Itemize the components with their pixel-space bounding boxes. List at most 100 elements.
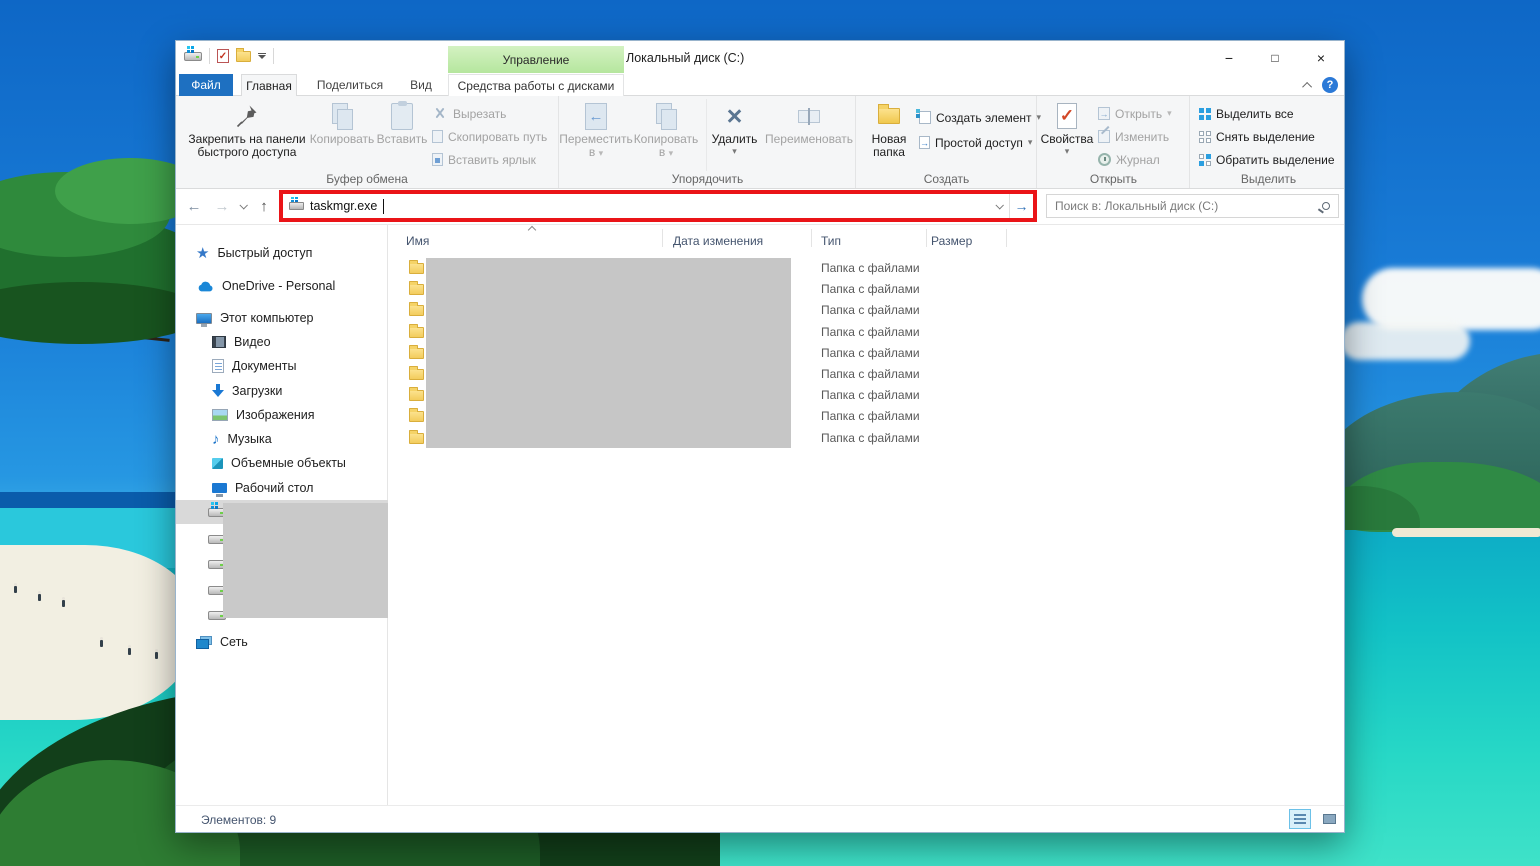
go-button[interactable]: → xyxy=(1009,194,1033,218)
easy-access-button[interactable]: → Простой доступ ▾ xyxy=(919,132,1032,153)
thumbnails-view-button[interactable] xyxy=(1318,809,1340,829)
back-button[interactable]: ← xyxy=(184,189,204,223)
sidebar-item-music[interactable]: ♪ Музыка xyxy=(212,427,272,451)
move-to-button[interactable]: ← Переместить в ▾ xyxy=(562,99,630,171)
title-bar: ✓ Управление Локальный диск (C:) − □ × xyxy=(176,41,1344,74)
beach-person xyxy=(128,648,131,655)
rename-button[interactable]: Переименовать xyxy=(764,99,854,171)
details-view-button[interactable] xyxy=(1289,809,1311,829)
column-date-modified[interactable]: Дата изменения xyxy=(673,234,763,248)
forward-button[interactable]: → xyxy=(212,189,232,223)
sidebar-item-desktop[interactable]: Рабочий стол xyxy=(212,476,313,500)
recent-locations-dropdown[interactable] xyxy=(236,189,250,223)
copy-to-icon xyxy=(656,103,676,129)
open-button[interactable]: → Открыть ▾ xyxy=(1098,103,1172,124)
copy-path-icon xyxy=(432,130,443,143)
history-icon xyxy=(1098,153,1111,166)
select-all-button[interactable]: Выделить все xyxy=(1199,103,1294,124)
properties-qat-icon[interactable]: ✓ xyxy=(217,49,229,63)
new-item-button[interactable]: Создать элемент ▾ xyxy=(919,107,1041,128)
ribbon-tabs: Файл Главная Поделиться Вид Средства раб… xyxy=(176,74,1344,96)
beach-person xyxy=(14,586,17,593)
explorer-window: ✓ Управление Локальный диск (C:) − □ × Ф… xyxy=(175,40,1345,833)
status-bar: Элементов: 9 xyxy=(176,805,1344,832)
sidebar-item-onedrive[interactable]: OneDrive - Personal xyxy=(196,274,335,298)
items-count: Элементов: 9 xyxy=(201,813,276,827)
group-label-open: Открыть xyxy=(1038,172,1189,186)
content-area: ★ Быстрый доступ OneDrive - Personal Это… xyxy=(176,225,1344,805)
tab-view[interactable]: Вид xyxy=(399,74,443,96)
paste-shortcut-button[interactable]: Вставить ярлык xyxy=(432,149,536,170)
sidebar-item-quick-access[interactable]: ★ Быстрый доступ xyxy=(196,241,312,265)
file-type: Папка с файлами xyxy=(821,388,920,402)
address-bar[interactable]: taskmgr.exe xyxy=(283,194,989,218)
minimize-button[interactable]: − xyxy=(1206,41,1252,74)
properties-icon: ✓ xyxy=(1057,103,1077,129)
network-icon xyxy=(196,636,212,648)
tab-home[interactable]: Главная xyxy=(241,74,297,96)
maximize-button[interactable]: □ xyxy=(1252,41,1298,74)
properties-button[interactable]: ✓ Свойства ▾ xyxy=(1040,99,1094,171)
edit-icon xyxy=(1098,130,1110,143)
copy-path-button[interactable]: Скопировать путь xyxy=(432,126,547,147)
paste-button[interactable]: Вставить xyxy=(374,99,430,171)
column-headers: Имя Дата изменения Тип Размер xyxy=(389,225,1344,251)
new-folder-icon xyxy=(878,108,900,124)
file-type: Папка с файлами xyxy=(821,409,920,423)
file-type: Папка с файлами xyxy=(821,431,920,445)
text-cursor xyxy=(383,199,384,214)
file-type: Папка с файлами xyxy=(821,346,920,360)
collapse-ribbon-icon[interactable] xyxy=(1302,81,1312,91)
group-label-clipboard: Буфер обмена xyxy=(176,172,558,186)
sidebar-item-downloads[interactable]: Загрузки xyxy=(212,379,282,403)
coast-sand xyxy=(1392,528,1540,537)
folder-icon xyxy=(409,263,424,274)
music-icon: ♪ xyxy=(212,432,220,447)
beach-person xyxy=(100,640,103,647)
contextual-tab-header: Управление xyxy=(448,46,624,73)
beach-person xyxy=(155,652,158,659)
folder-icon xyxy=(409,327,424,338)
column-name[interactable]: Имя xyxy=(406,234,429,248)
close-button[interactable]: × xyxy=(1298,41,1344,74)
navigation-bar: ← → ↑ taskmgr.exe → Поиск в: Локальный д… xyxy=(176,189,1344,225)
computer-icon xyxy=(196,313,212,324)
folder-icon xyxy=(409,305,424,316)
customize-qat-icon[interactable] xyxy=(258,53,266,60)
redacted-file-names xyxy=(426,258,791,448)
delete-button[interactable]: × Удалить ▾ xyxy=(706,99,762,171)
address-dropdown[interactable] xyxy=(989,194,1009,218)
pin-to-quick-access-button[interactable]: Закрепить на панели быстрого доступа xyxy=(186,99,308,171)
search-placeholder: Поиск в: Локальный диск (C:) xyxy=(1055,199,1218,213)
tab-file[interactable]: Файл xyxy=(179,74,233,96)
column-size[interactable]: Размер xyxy=(931,234,972,248)
tab-share[interactable]: Поделиться xyxy=(311,74,389,96)
copy-to-button[interactable]: Копировать в ▾ xyxy=(632,99,700,171)
sidebar-item-videos[interactable]: Видео xyxy=(212,330,271,354)
search-input[interactable]: Поиск в: Локальный диск (C:) xyxy=(1046,194,1339,218)
address-text: taskmgr.exe xyxy=(310,199,377,213)
sidebar-item-this-pc[interactable]: Этот компьютер xyxy=(196,306,313,330)
delete-icon: × xyxy=(727,103,743,130)
select-none-button[interactable]: Снять выделение xyxy=(1199,126,1315,147)
edit-button[interactable]: Изменить xyxy=(1098,126,1169,147)
column-type[interactable]: Тип xyxy=(821,234,841,248)
copy-button[interactable]: Копировать xyxy=(310,99,374,171)
document-icon xyxy=(212,359,224,373)
help-icon[interactable]: ? xyxy=(1322,77,1338,93)
invert-selection-button[interactable]: Обратить выделение xyxy=(1199,149,1335,170)
sidebar-item-documents[interactable]: Документы xyxy=(212,354,296,378)
tab-drive-tools[interactable]: Средства работы с дисками xyxy=(448,74,624,96)
sidebar-item-3d-objects[interactable]: Объемные объекты xyxy=(212,451,346,475)
cut-button[interactable]: Вырезать xyxy=(432,103,506,124)
new-folder-button[interactable]: Новая папка xyxy=(863,99,915,171)
sidebar-item-network[interactable]: Сеть xyxy=(196,630,248,654)
up-button[interactable]: ↑ xyxy=(254,189,274,223)
group-select: Выделить все Снять выделение Обратить вы… xyxy=(1191,96,1346,188)
group-new: Новая папка Создать элемент ▾ → Простой … xyxy=(857,96,1037,188)
history-button[interactable]: Журнал xyxy=(1098,149,1160,170)
desktop: ✓ Управление Локальный диск (C:) − □ × Ф… xyxy=(0,0,1540,866)
sidebar-item-pictures[interactable]: Изображения xyxy=(212,403,315,427)
new-folder-qat-icon[interactable] xyxy=(236,51,251,62)
cloud-icon xyxy=(196,281,214,292)
